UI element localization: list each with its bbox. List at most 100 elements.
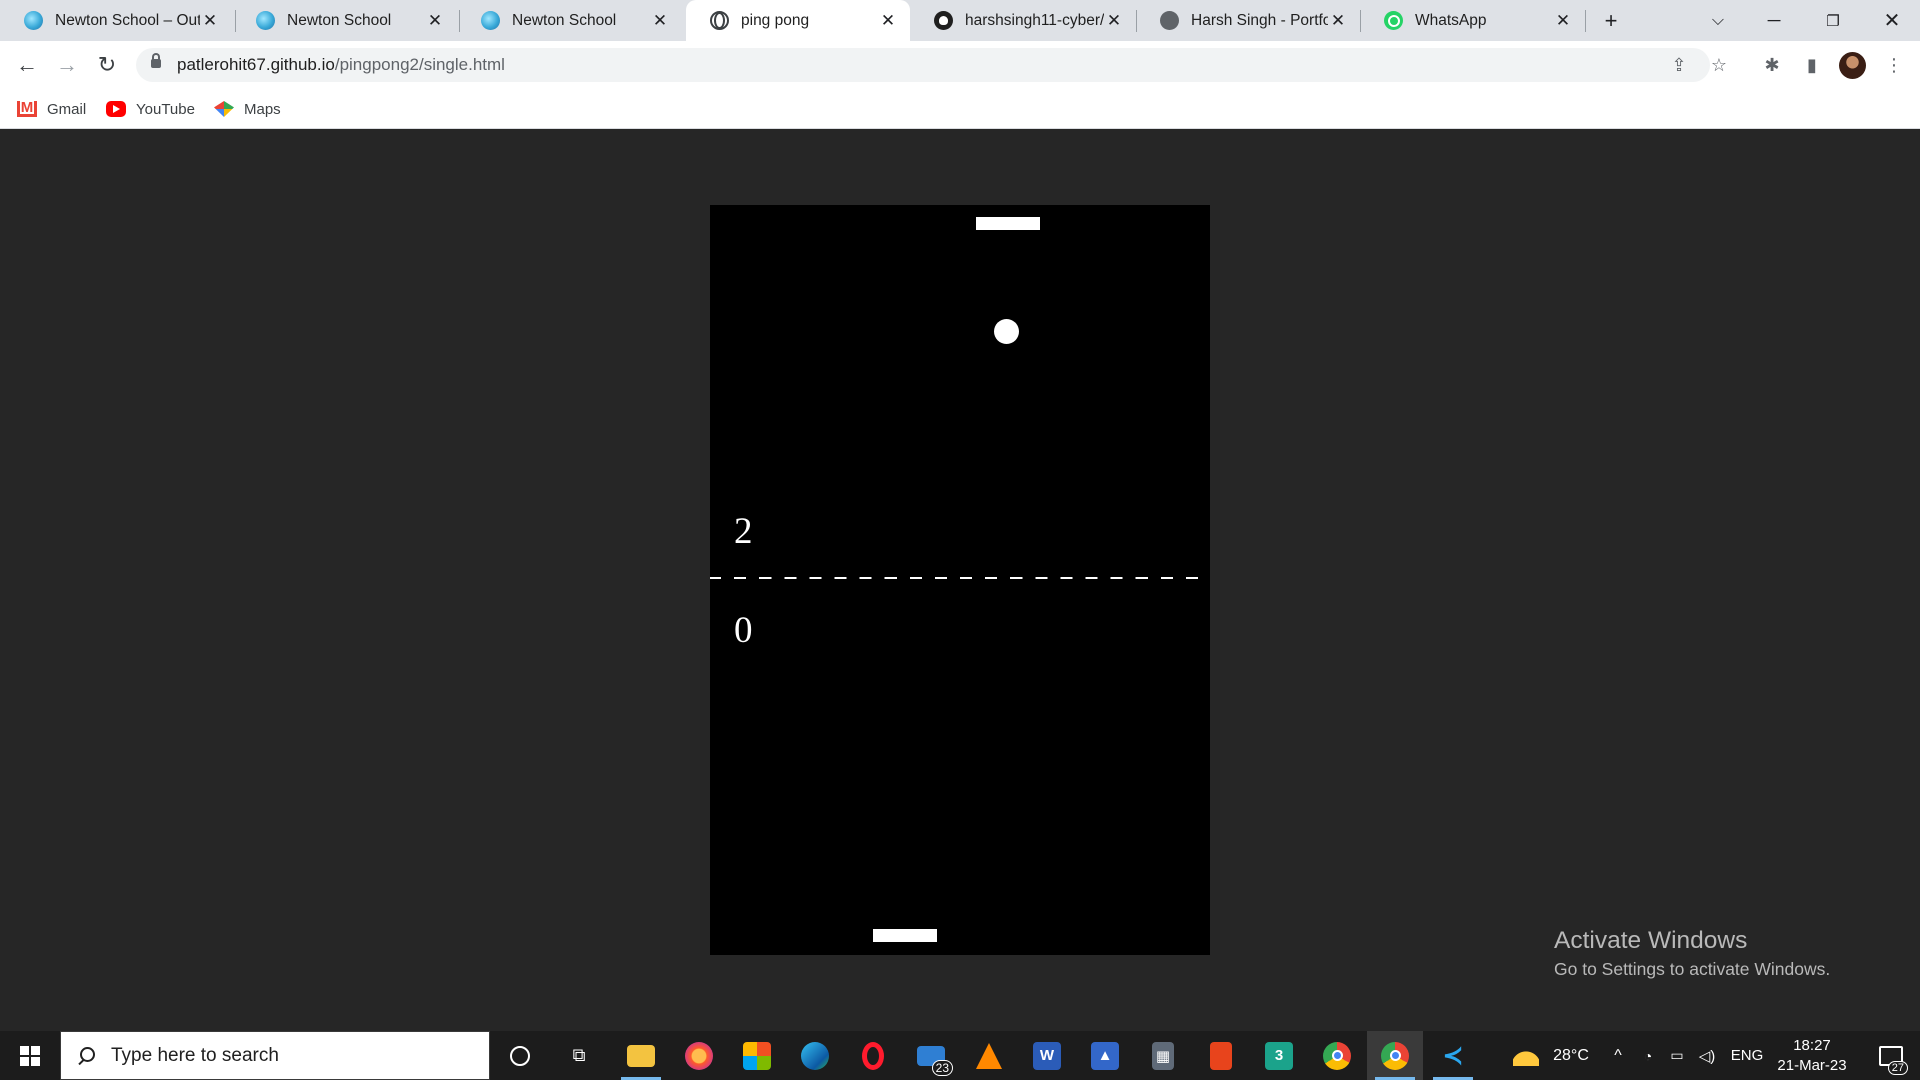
office-icon[interactable]: [1193, 1031, 1249, 1080]
side-panel-icon[interactable]: ▮: [1800, 53, 1824, 77]
task-view-glyph-icon: ⧉: [572, 1045, 586, 1065]
search-placeholder: Type here to search: [111, 1044, 279, 1066]
bookmark-gmail[interactable]: Gmail: [17, 98, 86, 120]
word-logo-icon: W: [1033, 1041, 1061, 1070]
game-board[interactable]: 2 0: [710, 205, 1210, 955]
tab-search-chevron-icon[interactable]: ⌵: [1705, 8, 1731, 34]
chevron-up-icon[interactable]: ^: [1606, 1031, 1630, 1080]
close-icon[interactable]: ✕: [650, 11, 670, 31]
tab-portfolio[interactable]: Harsh Singh - Portfoli ✕: [1136, 0, 1360, 41]
reload-icon[interactable]: ↻: [91, 49, 123, 81]
task-view-icon[interactable]: ⧉: [551, 1031, 607, 1080]
language-indicator[interactable]: ENG: [1726, 1031, 1768, 1080]
edge-logo-icon: [801, 1041, 829, 1070]
app-logo-icon: ▲: [1091, 1041, 1119, 1070]
newton-icon: [24, 11, 43, 30]
minimize-button[interactable]: ─: [1746, 0, 1802, 41]
watermark-title: Activate Windows: [1554, 927, 1748, 954]
whatsapp-icon: [1384, 11, 1403, 30]
chrome-icon[interactable]: [1309, 1031, 1365, 1080]
ball: [994, 319, 1019, 344]
taskbar: Type here to search ⧉ 23 W ▲ ▦ 3 ≺ 28°C …: [0, 1031, 1920, 1080]
battery-icon[interactable]: ▭: [1664, 1031, 1690, 1080]
activate-windows-watermark: Activate Windows Go to Settings to activ…: [1554, 926, 1830, 980]
tab-title: Newton School: [287, 11, 392, 29]
url-host: patlerohit67.github.io: [177, 55, 335, 74]
close-icon[interactable]: ✕: [200, 11, 220, 31]
bookmark-label: YouTube: [136, 100, 195, 118]
office-logo-icon: [1210, 1041, 1232, 1070]
app-icon[interactable]: ▲: [1077, 1031, 1133, 1080]
folder-icon: [627, 1044, 655, 1067]
start-button[interactable]: [0, 1031, 60, 1080]
close-icon[interactable]: ✕: [1328, 11, 1348, 31]
star-icon[interactable]: ☆: [1707, 53, 1731, 77]
url-text[interactable]: patlerohit67.github.io/pingpong2/single.…: [177, 55, 505, 75]
opera-logo-icon: [862, 1041, 884, 1070]
forward-arrow-icon[interactable]: →: [51, 49, 83, 81]
tab-whatsapp[interactable]: WhatsApp ✕: [1360, 0, 1585, 41]
browser-toolbar: ← → ↻ patlerohit67.github.io/pingpong2/s…: [0, 41, 1920, 89]
chrome-profile-icon[interactable]: [1367, 1031, 1423, 1080]
tab-newton-1[interactable]: Newton School – Out ✕: [0, 0, 232, 41]
chrome-logo-icon: [1323, 1041, 1351, 1070]
sun-icon: [1513, 1045, 1539, 1066]
address-bar[interactable]: patlerohit67.github.io/pingpong2/single.…: [136, 48, 1727, 82]
vlc-icon[interactable]: [961, 1031, 1017, 1080]
vscode-logo-icon: ≺: [1442, 1040, 1464, 1070]
bottom-paddle[interactable]: [873, 929, 937, 942]
cortana-icon[interactable]: [492, 1031, 548, 1080]
page-viewport: 2 0 Activate Windows Go to Settings to a…: [0, 129, 1920, 1031]
globe-icon: [710, 11, 729, 30]
bookmark-youtube[interactable]: YouTube: [106, 98, 195, 120]
weather-icon[interactable]: [1508, 1031, 1544, 1080]
volume-icon[interactable]: ◁): [1692, 1031, 1722, 1080]
clock[interactable]: 18:27 21-Mar-23: [1770, 1036, 1854, 1076]
app-3-icon[interactable]: 3: [1251, 1031, 1307, 1080]
lock-icon[interactable]: [151, 53, 161, 68]
menu-kebab-icon[interactable]: ⋮: [1882, 53, 1906, 77]
extensions-icon[interactable]: ✱: [1760, 53, 1784, 77]
close-icon[interactable]: ✕: [1553, 11, 1573, 31]
bookmark-maps[interactable]: Maps: [214, 98, 281, 120]
word-icon[interactable]: W: [1019, 1031, 1075, 1080]
calculator-glyph-icon: ▦: [1152, 1041, 1174, 1070]
store-icon[interactable]: [729, 1031, 785, 1080]
newton-icon: [481, 11, 500, 30]
edge-icon[interactable]: [787, 1031, 843, 1080]
search-icon: [77, 1046, 95, 1065]
close-icon[interactable]: ✕: [425, 11, 445, 31]
network-icon[interactable]: ◔: [1636, 1031, 1660, 1080]
tab-title: WhatsApp: [1415, 11, 1487, 29]
youtube-icon: [106, 101, 126, 117]
share-icon[interactable]: ⇪: [1667, 53, 1691, 77]
restore-button[interactable]: ❐: [1805, 0, 1861, 41]
vscode-icon[interactable]: ≺: [1425, 1031, 1481, 1080]
weather-temp[interactable]: 28°C: [1546, 1031, 1596, 1080]
bookmark-label: Gmail: [47, 100, 87, 118]
bookmark-label: Maps: [244, 100, 281, 118]
tab-title: harshsingh11-cyber/P: [965, 11, 1104, 29]
tab-newton-3[interactable]: Newton School ✕: [457, 0, 682, 41]
file-explorer-icon[interactable]: [613, 1031, 669, 1080]
firefox-icon[interactable]: [671, 1031, 727, 1080]
calculator-icon[interactable]: ▦: [1135, 1031, 1191, 1080]
tab-title: Newton School – Out: [55, 11, 200, 29]
tab-ping-pong[interactable]: ping pong ✕: [686, 0, 910, 41]
avatar[interactable]: [1839, 52, 1866, 79]
close-icon[interactable]: ✕: [1104, 11, 1124, 31]
tab-newton-2[interactable]: Newton School ✕: [232, 0, 457, 41]
window-close-button[interactable]: ✕: [1864, 0, 1920, 41]
url-path: /pingpong2/single.html: [334, 55, 505, 74]
back-arrow-icon[interactable]: ←: [11, 49, 43, 81]
opera-icon[interactable]: [845, 1031, 901, 1080]
new-tab-button[interactable]: +: [1598, 8, 1624, 34]
tab-github[interactable]: harshsingh11-cyber/P ✕: [910, 0, 1136, 41]
close-icon[interactable]: ✕: [878, 11, 898, 31]
bookmarks-bar: Gmail YouTube Maps: [0, 89, 1920, 129]
taskbar-search-box[interactable]: Type here to search: [60, 1031, 490, 1080]
vlc-cone-icon: [976, 1042, 1002, 1069]
notification-center-icon[interactable]: 27: [1866, 1031, 1916, 1080]
tab-strip: Newton School – Out ✕ Newton School ✕ Ne…: [0, 0, 1920, 41]
mail-icon[interactable]: 23: [903, 1031, 959, 1080]
